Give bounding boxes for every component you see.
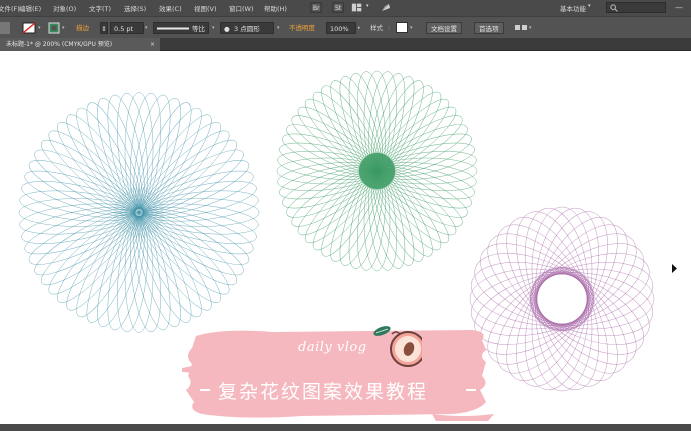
vlog-caption: daily vlog xyxy=(298,340,367,355)
arrange-documents-icon[interactable] xyxy=(351,2,363,13)
stroke-stepper[interactable]: ⇕ xyxy=(100,22,108,34)
menu-file[interactable]: 文件(F) xyxy=(0,3,20,13)
menu-view[interactable]: 视图(V) xyxy=(194,3,217,13)
workspace-chevron-icon: ▾ xyxy=(588,3,591,9)
brush-definition[interactable]: ● 3 点圆形 xyxy=(220,22,274,34)
arrange-icon[interactable] xyxy=(514,22,528,34)
menu-help[interactable]: 帮助(H) xyxy=(264,3,287,13)
stock-icon[interactable]: St xyxy=(332,2,344,13)
menu-type[interactable]: 文字(T) xyxy=(89,3,111,13)
minimize-button[interactable]: — xyxy=(675,3,683,12)
opacity-input[interactable]: 100% xyxy=(326,22,356,34)
headline-text: 复杂花纹图案效果教程 xyxy=(218,381,429,403)
rosette-blue[interactable] xyxy=(14,90,264,335)
menu-window[interactable]: 窗口(W) xyxy=(229,3,254,13)
peach-icon xyxy=(373,326,422,367)
profile-line-icon xyxy=(157,27,189,30)
menu-select[interactable]: 选择(S) xyxy=(124,3,146,13)
bridge-icon[interactable]: Br xyxy=(310,2,322,13)
search-icon xyxy=(610,4,618,12)
menu-bar: 文件(F) 编辑(E) 对象(O) 文字(T) 选择(S) 效果(C) 视图(V… xyxy=(0,0,691,16)
opacity-chevron-icon: ▸ xyxy=(358,25,361,31)
workspace-switcher[interactable]: 基本功能 xyxy=(560,3,586,13)
document-tab-bar: 未标题-1* @ 200% (CMYK/GPU 预览) × xyxy=(0,38,691,51)
stroke-chevron-icon: ▾ xyxy=(62,25,65,31)
search-input[interactable] xyxy=(606,2,666,13)
stroke-swatch-icon[interactable] xyxy=(48,22,60,34)
tab-document[interactable]: 未标题-1* @ 200% (CMYK/GPU 预览) × xyxy=(0,38,160,51)
control-bar: ▾ ▾ 描边 ⇕ 0.5 pt ▾ 等比 ▾ ● 3 点圆形 ▾ 不透明度 10… xyxy=(0,16,691,38)
svg-text:St: St xyxy=(335,5,342,12)
profile-chevron-icon: ▾ xyxy=(212,25,215,31)
status-bar xyxy=(0,424,691,431)
menu-object[interactable]: 对象(O) xyxy=(53,3,76,13)
menu-edit[interactable]: 编辑(E) xyxy=(19,3,41,13)
gpu-rocket-icon[interactable] xyxy=(380,2,392,13)
menu-effect[interactable]: 效果(C) xyxy=(159,3,182,13)
opacity-label[interactable]: 不透明度 xyxy=(289,22,315,34)
style-label: 样式 xyxy=(370,24,383,32)
stroke-weight-input[interactable]: 0.5 pt xyxy=(110,22,144,34)
document-setup-button[interactable]: 文档设置 xyxy=(426,22,462,34)
variable-width-profile[interactable]: 等比 xyxy=(153,22,209,34)
close-tab-icon[interactable]: × xyxy=(150,38,155,51)
headline-dash-left xyxy=(200,389,210,391)
brush-dot-icon: ● xyxy=(224,25,230,33)
chevron-down-icon: ▾ xyxy=(366,3,369,9)
profile-label: 等比 xyxy=(192,25,205,33)
svg-text:Br: Br xyxy=(313,5,320,12)
graphic-style-swatch[interactable] xyxy=(396,22,408,33)
headline-dash-right xyxy=(466,389,476,391)
arrange-chevron-icon: ▾ xyxy=(529,25,532,31)
stroke-label[interactable]: 描边 xyxy=(76,22,89,34)
rosette-green[interactable] xyxy=(274,68,480,274)
preferences-button[interactable]: 首选项 xyxy=(474,22,504,34)
stroke-weight-chevron-icon: ▾ xyxy=(145,25,148,31)
fill-none-swatch-icon[interactable] xyxy=(22,22,36,34)
selection-indicator xyxy=(0,22,10,34)
style-chevron-icon: ▾ xyxy=(410,25,413,31)
brush-label: 3 点圆形 xyxy=(234,25,260,33)
fill-chevron-icon: ▾ xyxy=(38,25,41,31)
mouse-cursor-icon xyxy=(672,264,677,273)
brush-chevron-icon: ▾ xyxy=(277,25,280,31)
document-tab-label: 未标题-1* @ 200% (CMYK/GPU 预览) xyxy=(6,41,113,48)
